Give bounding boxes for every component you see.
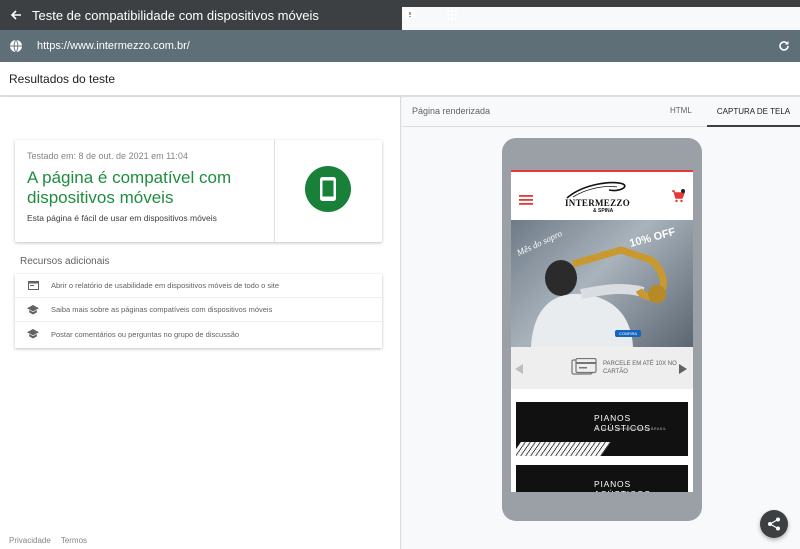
feedback-icon[interactable] bbox=[402, 7, 418, 23]
report-icon bbox=[27, 280, 39, 292]
banner-subtitle: O MAIOR SHOWROOM DO BRASIL bbox=[596, 427, 667, 431]
logo-main-text: INTERMEZZO bbox=[565, 198, 631, 208]
piano-logo-icon bbox=[566, 181, 626, 199]
privacy-link[interactable]: Privacidade bbox=[9, 536, 51, 545]
mobile-friendly-badge bbox=[305, 166, 351, 212]
globe-icon bbox=[9, 39, 23, 53]
results-title: Resultados do teste bbox=[9, 71, 116, 86]
rendered-page-label: Página renderizada bbox=[412, 106, 491, 116]
resource-label: Saiba mais sobre as páginas compatíveis … bbox=[51, 305, 273, 314]
app-title: Teste de compatibilidade com dispositivo… bbox=[32, 7, 319, 23]
results-header: Resultados do teste bbox=[0, 62, 800, 96]
results-pane: Testado em: 8 de out. de 2021 em 11:04 A… bbox=[0, 97, 401, 549]
tested-date: Testado em: 8 de out. de 2021 em 11:04 bbox=[27, 151, 188, 161]
piano-keys-image bbox=[516, 442, 611, 456]
hero-cta-button: CONFIRA bbox=[615, 330, 641, 337]
share-button[interactable] bbox=[760, 510, 788, 538]
resource-item-discussion-group[interactable]: Postar comentários ou perguntas no grupo… bbox=[15, 322, 382, 346]
footer-links: Privacidade Termos bbox=[9, 536, 87, 545]
url-bar: https://www.intermezzo.com.br/ bbox=[0, 30, 800, 62]
verdict-card: Testado em: 8 de out. de 2021 em 11:04 A… bbox=[15, 140, 382, 242]
resource-item-usability-report[interactable]: Abrir o relatório de usabilidade em disp… bbox=[15, 274, 382, 298]
hero-banner: Mês do sopro 10% OFF CONFIRA bbox=[511, 220, 693, 347]
tested-url[interactable]: https://www.intermezzo.com.br/ bbox=[37, 40, 190, 52]
logo-sub-text: & SPINA bbox=[593, 208, 614, 214]
rendered-page-pane: Página renderizada HTML CAPTURA DE TELA … bbox=[402, 97, 800, 549]
additional-resources-title: Recursos adicionais bbox=[20, 256, 110, 267]
tab-html[interactable]: HTML bbox=[670, 106, 692, 115]
preview-tabs: Página renderizada HTML CAPTURA DE TELA bbox=[402, 97, 800, 127]
verdict-subtitle: Esta página é fácil de usar em dispositi… bbox=[27, 213, 217, 223]
apps-grid-icon[interactable] bbox=[444, 7, 460, 23]
banner-title: PIANOS ACÚSTICOS bbox=[594, 479, 650, 492]
app-bar: Teste de compatibilidade com dispositivo… bbox=[0, 0, 800, 459]
site-header: INTERMEZZO & SPINA bbox=[511, 172, 693, 220]
resource-item-learn-more[interactable]: Saiba mais sobre as páginas compatíveis … bbox=[15, 298, 382, 322]
resources-list: Abrir o relatório de usabilidade em disp… bbox=[15, 274, 382, 348]
page-screenshot[interactable]: INTERMEZZO & SPINA Mês do sopro 10% OFF bbox=[511, 170, 693, 492]
card-divider bbox=[274, 140, 275, 242]
verdict-headline: A página é compatível com dispositivos m… bbox=[27, 168, 232, 207]
school-icon bbox=[27, 328, 39, 340]
site-logo: INTERMEZZO & SPINA bbox=[563, 180, 641, 216]
hamburger-menu-icon bbox=[519, 192, 533, 205]
installments-strip: PARCELE EM ATÉ 10X NO CARTÃO bbox=[511, 347, 693, 389]
phone-frame: INTERMEZZO & SPINA Mês do sopro 10% OFF bbox=[502, 138, 702, 521]
carousel-next-icon bbox=[679, 364, 687, 374]
pianos-banner-2: PIANOS ACÚSTICOS bbox=[516, 465, 688, 492]
resource-label: Abrir o relatório de usabilidade em disp… bbox=[51, 281, 280, 290]
pianos-banner-1: PIANOS ACÚSTICOS O MAIOR SHOWROOM DO BRA… bbox=[516, 402, 688, 456]
cart-icon bbox=[671, 189, 686, 203]
smartphone-icon bbox=[320, 177, 336, 201]
tab-screenshot[interactable]: CAPTURA DE TELA bbox=[707, 97, 800, 127]
resource-label: Postar comentários ou perguntas no grupo… bbox=[51, 329, 240, 339]
credit-card-icon bbox=[571, 357, 597, 376]
carousel-prev-icon bbox=[515, 364, 523, 374]
share-icon bbox=[768, 517, 780, 531]
reload-icon[interactable] bbox=[778, 39, 792, 53]
back-arrow-icon[interactable] bbox=[2, 0, 30, 30]
terms-link[interactable]: Termos bbox=[61, 536, 87, 545]
school-icon bbox=[27, 304, 39, 316]
